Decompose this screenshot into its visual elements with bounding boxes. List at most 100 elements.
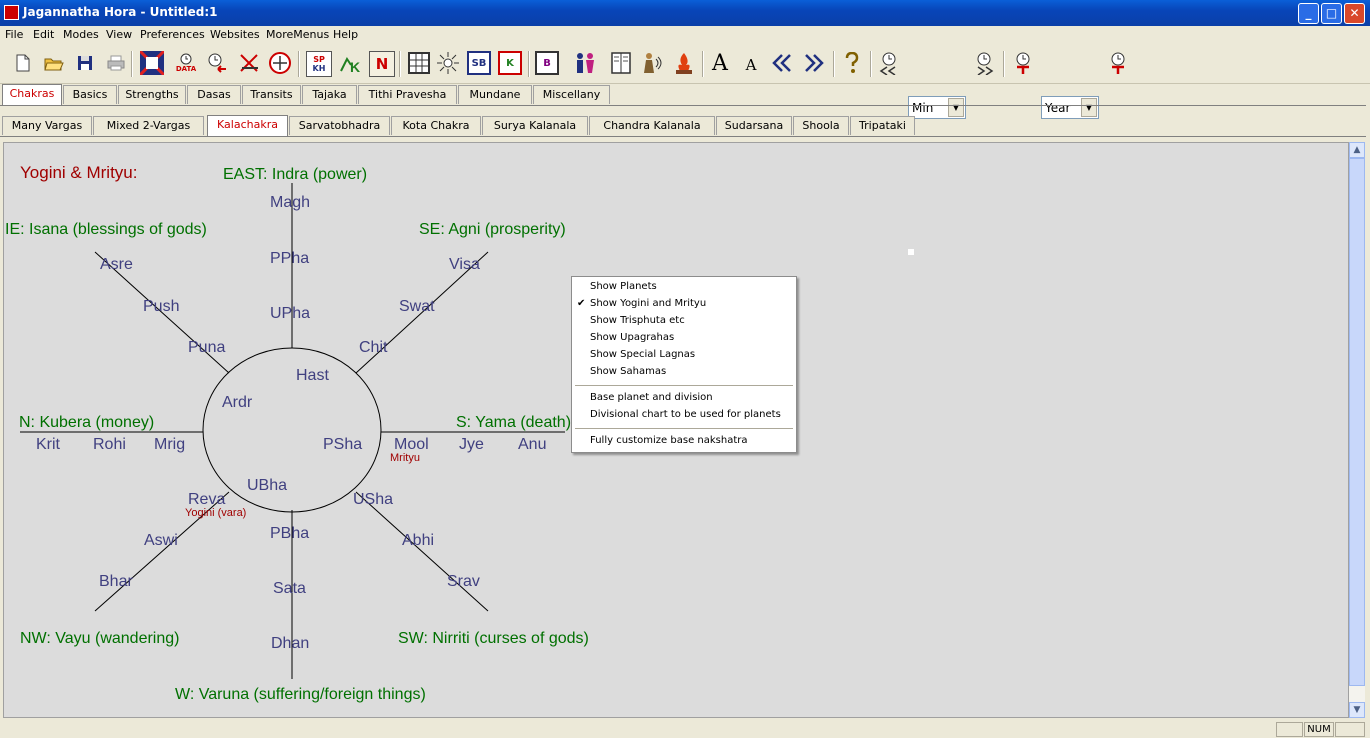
sp-kh-icon[interactable]: SP KH xyxy=(306,51,332,77)
nakshatra-mrig: Mrig xyxy=(154,436,185,453)
close-button[interactable]: ✕ xyxy=(1344,3,1365,24)
chakra-heading: Yogini & Mrityu: xyxy=(20,163,137,182)
time-forward-icon[interactable] xyxy=(1106,51,1130,75)
tab-transits[interactable]: Transits xyxy=(242,85,301,104)
font-large-icon[interactable]: A xyxy=(708,51,732,76)
menu-edit[interactable]: Edit xyxy=(33,28,54,41)
data-clock-icon[interactable]: DATA xyxy=(174,51,198,75)
menu-moremenus[interactable]: MoreMenus xyxy=(266,28,329,41)
tab-dasas[interactable]: Dasas xyxy=(187,85,241,104)
menu-help[interactable]: Help xyxy=(333,28,358,41)
tab-strengths[interactable]: Strengths xyxy=(118,85,186,104)
tab-many-vargas[interactable]: Many Vargas xyxy=(2,116,92,135)
main-tabs: Chakras Basics Strengths Dasas Transits … xyxy=(0,84,1370,106)
title-bar[interactable]: Jagannatha Hora - Untitled:1 _ □ ✕ xyxy=(0,0,1370,26)
menu-show-planets[interactable]: Show Planets xyxy=(590,281,657,292)
new-file-icon[interactable] xyxy=(11,51,35,75)
scissors-arrow-icon[interactable] xyxy=(237,51,261,75)
tab-chakras[interactable]: Chakras xyxy=(2,84,62,105)
toolbar-separator xyxy=(399,51,401,77)
sun-burst-icon[interactable] xyxy=(436,51,460,75)
sub-tabs: Many Vargas Mixed 2-Vargas Kalachakra Sa… xyxy=(0,115,1370,137)
tab-sarvatobhadra[interactable]: Sarvatobhadra xyxy=(289,116,390,135)
tab-mundane[interactable]: Mundane xyxy=(458,85,532,104)
double-right-icon[interactable] xyxy=(802,51,826,75)
tab-chandra-kalanala[interactable]: Chandra Kalanala xyxy=(589,116,715,135)
clock-forward-icon[interactable] xyxy=(972,51,996,75)
k-box-icon[interactable]: K xyxy=(498,51,522,75)
minimize-button[interactable]: _ xyxy=(1298,3,1319,24)
chart-logo-icon[interactable] xyxy=(140,51,164,75)
clock-back-icon[interactable] xyxy=(205,51,229,75)
toolbar-separator xyxy=(870,51,872,77)
k-figure-icon[interactable]: K xyxy=(337,51,361,75)
book-icon[interactable] xyxy=(609,51,633,75)
nakshatra-upha: UPha xyxy=(270,305,310,322)
tab-kalachakra[interactable]: Kalachakra xyxy=(207,115,288,136)
direction-west-label: W: Varuna (suffering/foreign things) xyxy=(175,686,426,703)
nakshatra-push: Push xyxy=(143,298,179,315)
help-key-icon[interactable] xyxy=(840,51,864,75)
menu-base-planet-division[interactable]: Base planet and division xyxy=(590,392,713,403)
speaker-figure-icon[interactable] xyxy=(640,51,664,75)
sb-box-icon[interactable]: SB xyxy=(467,51,491,75)
check-icon: ✔ xyxy=(577,298,586,309)
tab-miscellany[interactable]: Miscellany xyxy=(533,85,610,104)
scroll-thumb[interactable] xyxy=(1349,158,1365,686)
mrityu-marker: Mrityu xyxy=(390,452,420,464)
nakshatra-jye: Jye xyxy=(459,436,484,453)
nakshatra-srav: Srav xyxy=(447,573,480,590)
context-menu[interactable]: ✔ Show Planets Show Yogini and Mrityu Sh… xyxy=(571,276,797,453)
menu-customize-nakshatra[interactable]: Fully customize base nakshatra xyxy=(590,435,748,446)
nakshatra-aswi: Aswi xyxy=(144,532,178,549)
clock-rewind-icon[interactable] xyxy=(877,51,901,75)
save-disk-icon[interactable] xyxy=(73,51,97,75)
time-back-icon[interactable] xyxy=(1011,51,1035,75)
status-num: NUM xyxy=(1304,722,1334,737)
menu-websites[interactable]: Websites xyxy=(210,28,260,41)
open-folder-icon[interactable] xyxy=(42,51,66,75)
vertical-scrollbar[interactable]: ▲ ▼ xyxy=(1349,142,1365,718)
menu-show-sahamas[interactable]: Show Sahamas xyxy=(590,366,666,377)
svg-text:K: K xyxy=(350,59,360,75)
n-letter-icon[interactable]: N xyxy=(369,51,395,77)
maximize-button[interactable]: □ xyxy=(1321,3,1342,24)
fire-lamp-icon[interactable] xyxy=(672,51,696,75)
b-grid-icon[interactable]: B xyxy=(535,51,559,75)
grid-table-icon[interactable] xyxy=(407,51,431,75)
scroll-down-icon[interactable]: ▼ xyxy=(1349,702,1365,718)
menu-preferences[interactable]: Preferences xyxy=(140,28,205,41)
tab-surya-kalanala[interactable]: Surya Kalanala xyxy=(482,116,588,135)
menu-show-trisphuta[interactable]: Show Trisphuta etc xyxy=(590,315,685,326)
tab-sudarsana[interactable]: Sudarsana xyxy=(716,116,792,135)
print-icon[interactable] xyxy=(104,51,128,75)
people-icon[interactable] xyxy=(572,51,596,75)
tab-divider xyxy=(0,105,1366,106)
nakshatra-abhi: Abhi xyxy=(402,532,434,549)
tab-shoola[interactable]: Shoola xyxy=(793,116,849,135)
toolbar-separator xyxy=(833,51,835,77)
nakshatra-dhan: Dhan xyxy=(271,635,309,652)
menu-modes[interactable]: Modes xyxy=(63,28,99,41)
double-left-icon[interactable] xyxy=(770,51,794,75)
menu-show-upagrahas[interactable]: Show Upagrahas xyxy=(590,332,674,343)
clock-circle-icon[interactable] xyxy=(268,51,292,75)
font-small-icon[interactable]: A xyxy=(739,51,763,75)
tab-basics[interactable]: Basics xyxy=(63,85,117,104)
nakshatra-ppha: PPha xyxy=(270,250,309,267)
scroll-up-icon[interactable]: ▲ xyxy=(1349,142,1365,158)
menu-show-special-lagnas[interactable]: Show Special Lagnas xyxy=(590,349,695,360)
status-pane xyxy=(1276,722,1303,737)
menu-show-yogini-mrityu[interactable]: Show Yogini and Mrityu xyxy=(590,298,706,309)
tab-mixed-2-vargas[interactable]: Mixed 2-Vargas xyxy=(93,116,204,135)
menu-bar: File Edit Modes View Preferences Website… xyxy=(0,26,1370,44)
direction-south-label: S: Yama (death) xyxy=(456,414,571,431)
menu-file[interactable]: File xyxy=(5,28,23,41)
tab-tripataki[interactable]: Tripataki xyxy=(850,116,915,135)
menu-view[interactable]: View xyxy=(106,28,132,41)
tab-kota-chakra[interactable]: Kota Chakra xyxy=(391,116,481,135)
tab-tithi-pravesha[interactable]: Tithi Pravesha xyxy=(358,85,457,104)
tab-tajaka[interactable]: Tajaka xyxy=(302,85,357,104)
menu-divisional-chart[interactable]: Divisional chart to be used for planets xyxy=(590,409,781,420)
app-icon[interactable] xyxy=(4,5,19,20)
